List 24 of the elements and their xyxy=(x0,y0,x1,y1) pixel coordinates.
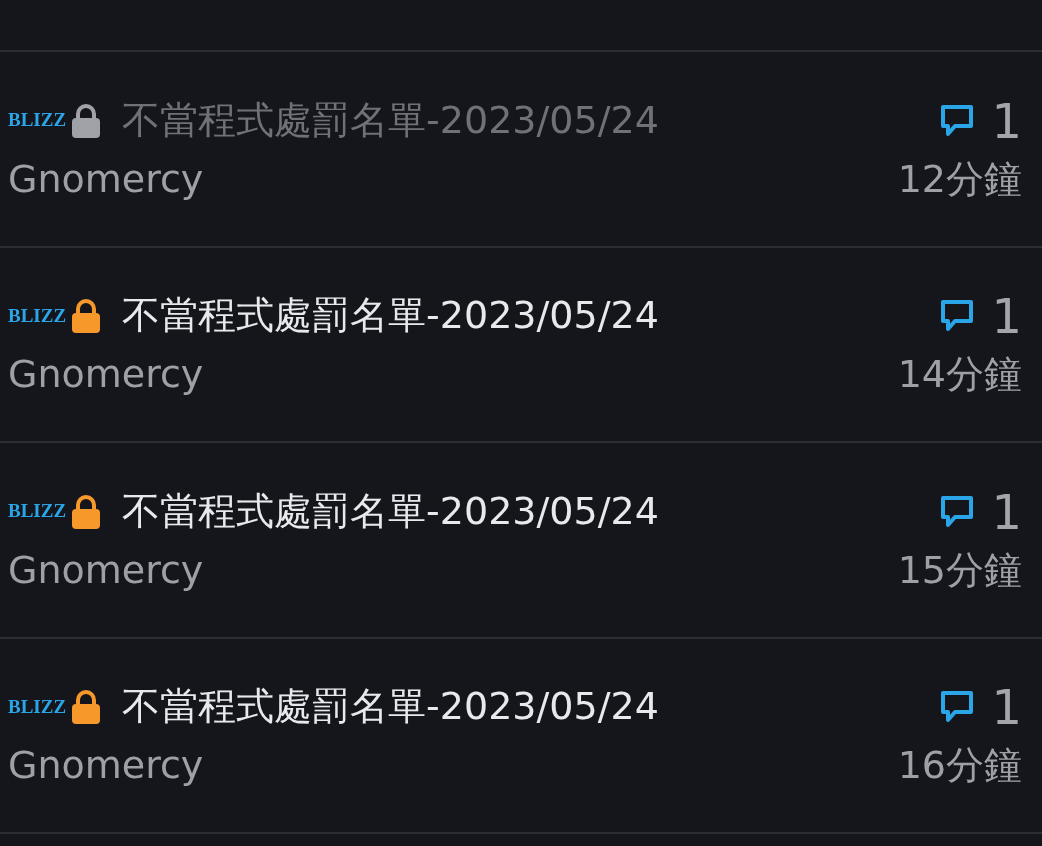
comment-icon xyxy=(939,690,976,725)
post-time: 15分鐘 xyxy=(897,549,1022,592)
comment-icon xyxy=(939,103,976,138)
topic-title[interactable]: 不當程式處罰名單-2023/05/24 xyxy=(122,295,659,338)
logo: BLIZZ xyxy=(8,109,67,133)
post-time: 14分鐘 xyxy=(897,354,1022,397)
author-name[interactable]: Gnomercy xyxy=(8,158,204,201)
reply-count: 1 xyxy=(991,96,1022,145)
post-time: 12分鐘 xyxy=(897,158,1022,201)
topic-title[interactable]: 不當程式處罰名單-2023/05/24 xyxy=(122,99,659,142)
author-name[interactable]: Gnomercy xyxy=(8,354,204,397)
logo: BLIZZ xyxy=(8,304,67,328)
comment-icon xyxy=(939,494,976,529)
comment-icon xyxy=(939,299,976,334)
reply-count: 1 xyxy=(991,487,1022,536)
logo: BLIZZ xyxy=(8,695,67,719)
reply-count: 1 xyxy=(991,683,1022,732)
logo: BLIZZ xyxy=(8,500,67,524)
reply-count: 1 xyxy=(991,292,1022,341)
author-name[interactable]: Gnomercy xyxy=(8,745,204,788)
topic-title[interactable]: 不當程式處罰名單-2023/05/24 xyxy=(122,686,659,729)
post-time: 16分鐘 xyxy=(897,745,1022,788)
author-name[interactable]: Gnomercy xyxy=(8,549,204,592)
topic-title[interactable]: 不當程式處罰名單-2023/05/24 xyxy=(122,490,659,533)
